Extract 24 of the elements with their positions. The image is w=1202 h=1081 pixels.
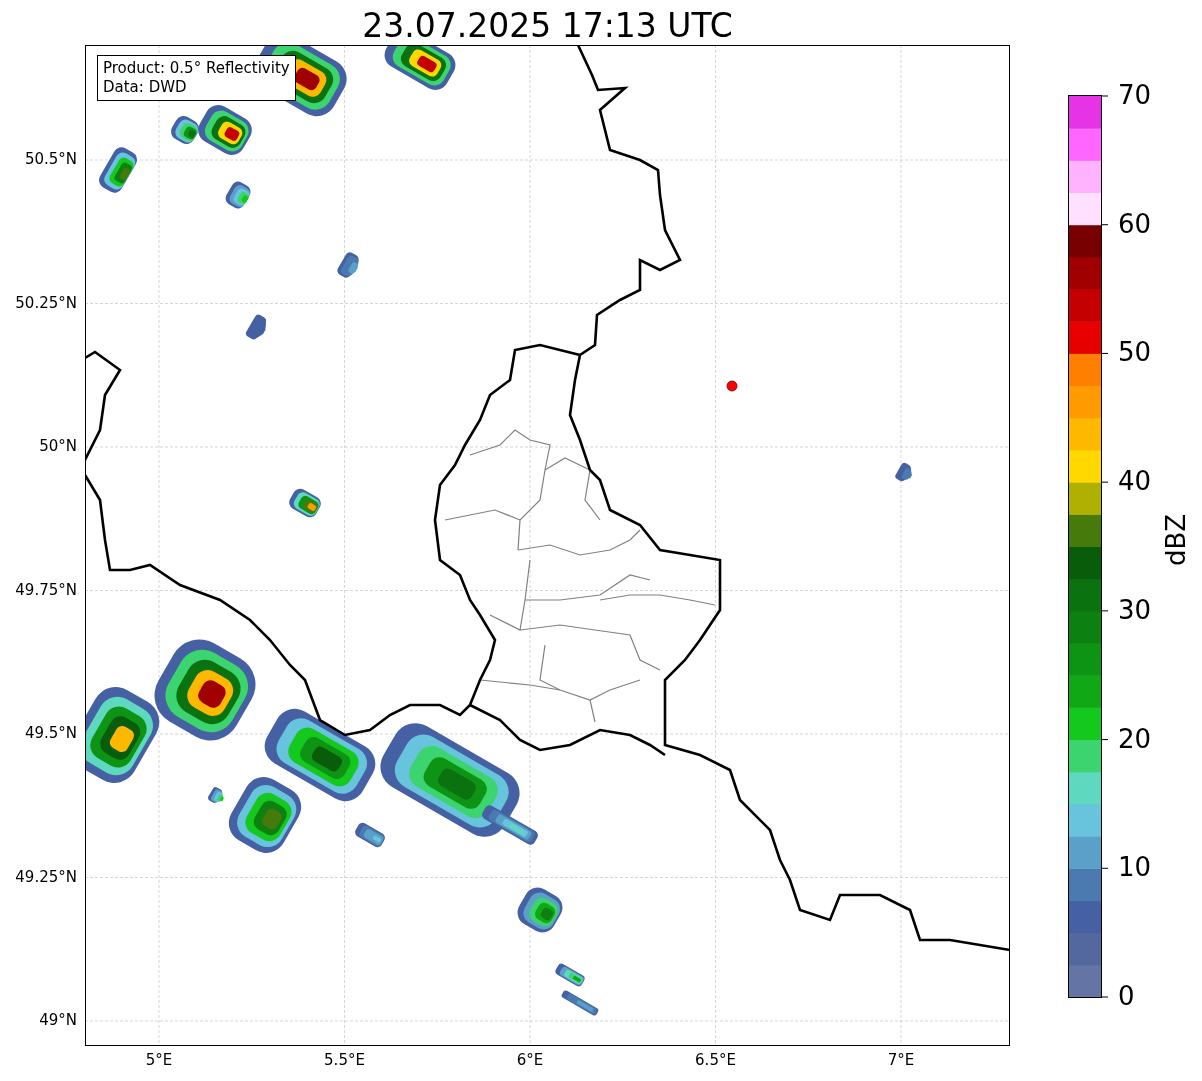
y-tick-label: 50.25°N [15, 293, 77, 312]
x-tick-label: 7°E [886, 1051, 916, 1069]
colorbar-tick-label: 30 [1118, 593, 1152, 626]
colorbar-tick-label: 50 [1118, 336, 1152, 369]
legend-text: Data: DWD [103, 78, 188, 97]
colorbar-label: dBZ [1161, 513, 1192, 567]
colorbar-tick-label: 0 [1118, 980, 1135, 1012]
y-tick-label: 49.25°N [15, 867, 77, 886]
colorbar-tick-label: 70 [1118, 79, 1152, 111]
x-tick-label: 6°E [515, 1051, 545, 1069]
chart-title: 23.07.2025 17:13 UTC [361, 5, 734, 45]
colorbar-tick-label: 40 [1118, 465, 1152, 498]
x-tick-label: 6.5°E [694, 1051, 737, 1069]
y-tick-label: 49.75°N [15, 580, 77, 599]
legend-text: Product: 0.5° Reflectivity [103, 59, 290, 78]
y-tick-label: 49°N [39, 1011, 77, 1029]
colorbar-tick-label: 20 [1118, 722, 1152, 755]
y-tick-label: 49.5°N [24, 724, 77, 742]
colorbar-tick-label: 10 [1118, 851, 1152, 884]
colorbar-tick-label: 60 [1118, 207, 1152, 240]
x-tick-label: 5.5°E [323, 1051, 366, 1069]
x-tick-label: 5°E [144, 1051, 174, 1069]
y-tick-label: 50.5°N [24, 150, 77, 168]
y-tick-label: 50°N [39, 437, 77, 455]
